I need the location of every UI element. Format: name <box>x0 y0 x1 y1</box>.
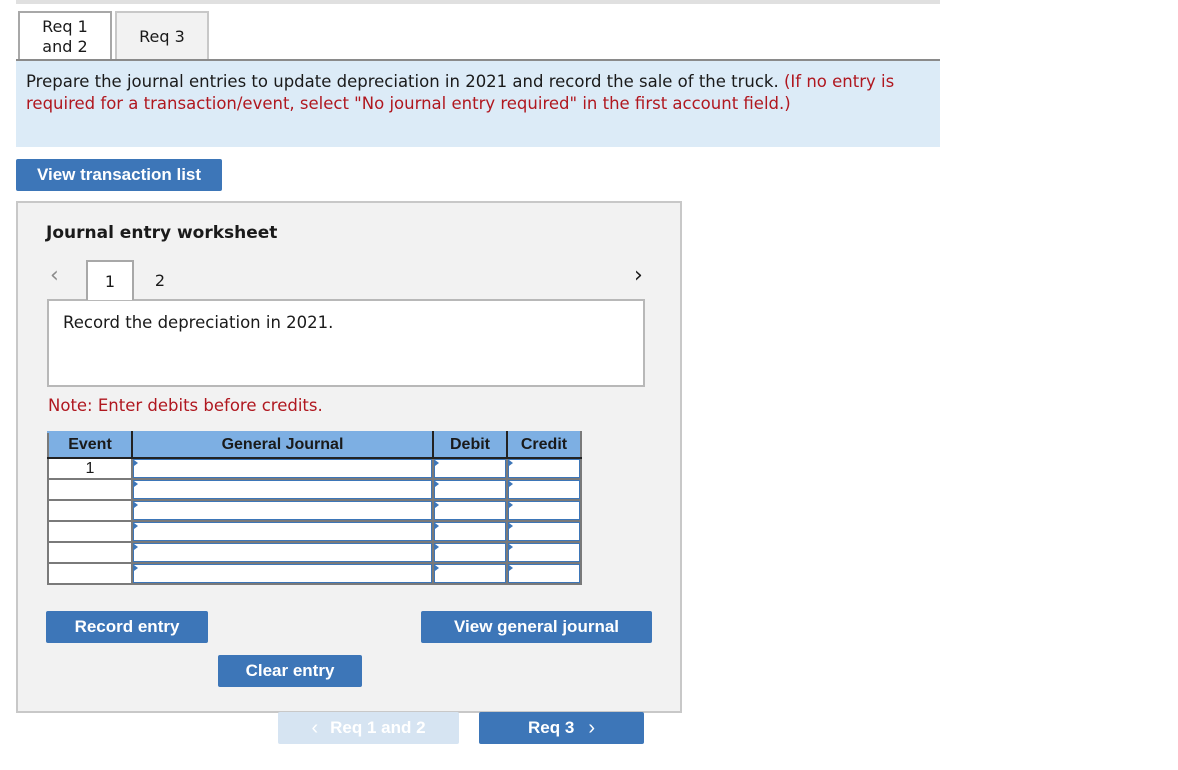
credit-input[interactable] <box>506 478 582 501</box>
header-credit: Credit <box>506 431 582 459</box>
debit-input[interactable] <box>432 499 508 522</box>
entry-description: Record the depreciation in 2021. <box>47 299 645 387</box>
debit-input[interactable] <box>432 520 508 543</box>
account-input[interactable] <box>131 499 434 522</box>
prev-requirement-button[interactable]: ‹ Req 1 and 2 <box>278 712 459 744</box>
event-cell <box>47 478 133 501</box>
entry-tab-2[interactable]: 2 <box>136 260 184 300</box>
tab-label-line1: Req 1 <box>42 16 88 36</box>
event-cell <box>47 541 133 564</box>
credit-input[interactable] <box>506 520 582 543</box>
instructions-text: Prepare the journal entries to update de… <box>26 72 779 91</box>
event-cell <box>47 520 133 543</box>
credit-input[interactable] <box>506 457 582 480</box>
next-requirement-button[interactable]: Req 3 › <box>479 712 644 744</box>
debit-input[interactable] <box>432 457 508 480</box>
table-row <box>47 562 582 585</box>
debit-input[interactable] <box>432 541 508 564</box>
table-row <box>47 541 582 564</box>
instructions-panel: Prepare the journal entries to update de… <box>16 61 940 147</box>
account-input[interactable] <box>131 457 434 480</box>
record-entry-button[interactable]: Record entry <box>46 611 208 643</box>
account-input[interactable] <box>131 562 434 585</box>
table-header-row: Event General Journal Debit Credit <box>47 431 582 459</box>
header-general-journal: General Journal <box>131 431 434 459</box>
chevron-left-icon[interactable]: ‹ <box>50 263 59 288</box>
view-transaction-list-button[interactable]: View transaction list <box>16 159 222 191</box>
event-cell: 1 <box>47 457 133 480</box>
journal-table: Event General Journal Debit Credit 1 <box>47 431 582 585</box>
top-divider <box>16 0 940 4</box>
credit-input[interactable] <box>506 499 582 522</box>
journal-entry-worksheet: Journal entry worksheet ‹ 1 2 › Record t… <box>16 201 682 713</box>
tab-req-3[interactable]: Req 3 <box>115 11 209 60</box>
clear-entry-button[interactable]: Clear entry <box>218 655 362 687</box>
table-row: 1 <box>47 457 582 480</box>
worksheet-title: Journal entry worksheet <box>46 223 278 243</box>
account-input[interactable] <box>131 478 434 501</box>
chevron-right-icon: › <box>588 716 595 739</box>
credit-input[interactable] <box>506 562 582 585</box>
entry-description-text: Record the depreciation in 2021. <box>63 313 334 332</box>
table-row <box>47 499 582 522</box>
header-debit: Debit <box>432 431 508 459</box>
account-input[interactable] <box>131 520 434 543</box>
entry-tab-1[interactable]: 1 <box>86 260 134 300</box>
tab-label: Req 3 <box>139 26 185 46</box>
credit-input[interactable] <box>506 541 582 564</box>
prev-requirement-label: Req 1 and 2 <box>330 718 426 737</box>
event-cell <box>47 499 133 522</box>
table-row <box>47 478 582 501</box>
debit-input[interactable] <box>432 562 508 585</box>
requirement-tabs: Req 1 and 2 Req 3 <box>18 11 209 60</box>
next-requirement-label: Req 3 <box>528 718 575 737</box>
tab-label-line2: and 2 <box>42 36 88 56</box>
account-input[interactable] <box>131 541 434 564</box>
tab-req-1-and-2[interactable]: Req 1 and 2 <box>18 11 112 60</box>
debit-input[interactable] <box>432 478 508 501</box>
view-general-journal-button[interactable]: View general journal <box>421 611 652 643</box>
debits-note: Note: Enter debits before credits. <box>48 396 323 415</box>
header-event: Event <box>47 431 133 459</box>
chevron-right-icon[interactable]: › <box>634 263 643 288</box>
event-cell <box>47 562 133 585</box>
chevron-left-icon: ‹ <box>311 716 319 739</box>
table-row <box>47 520 582 543</box>
